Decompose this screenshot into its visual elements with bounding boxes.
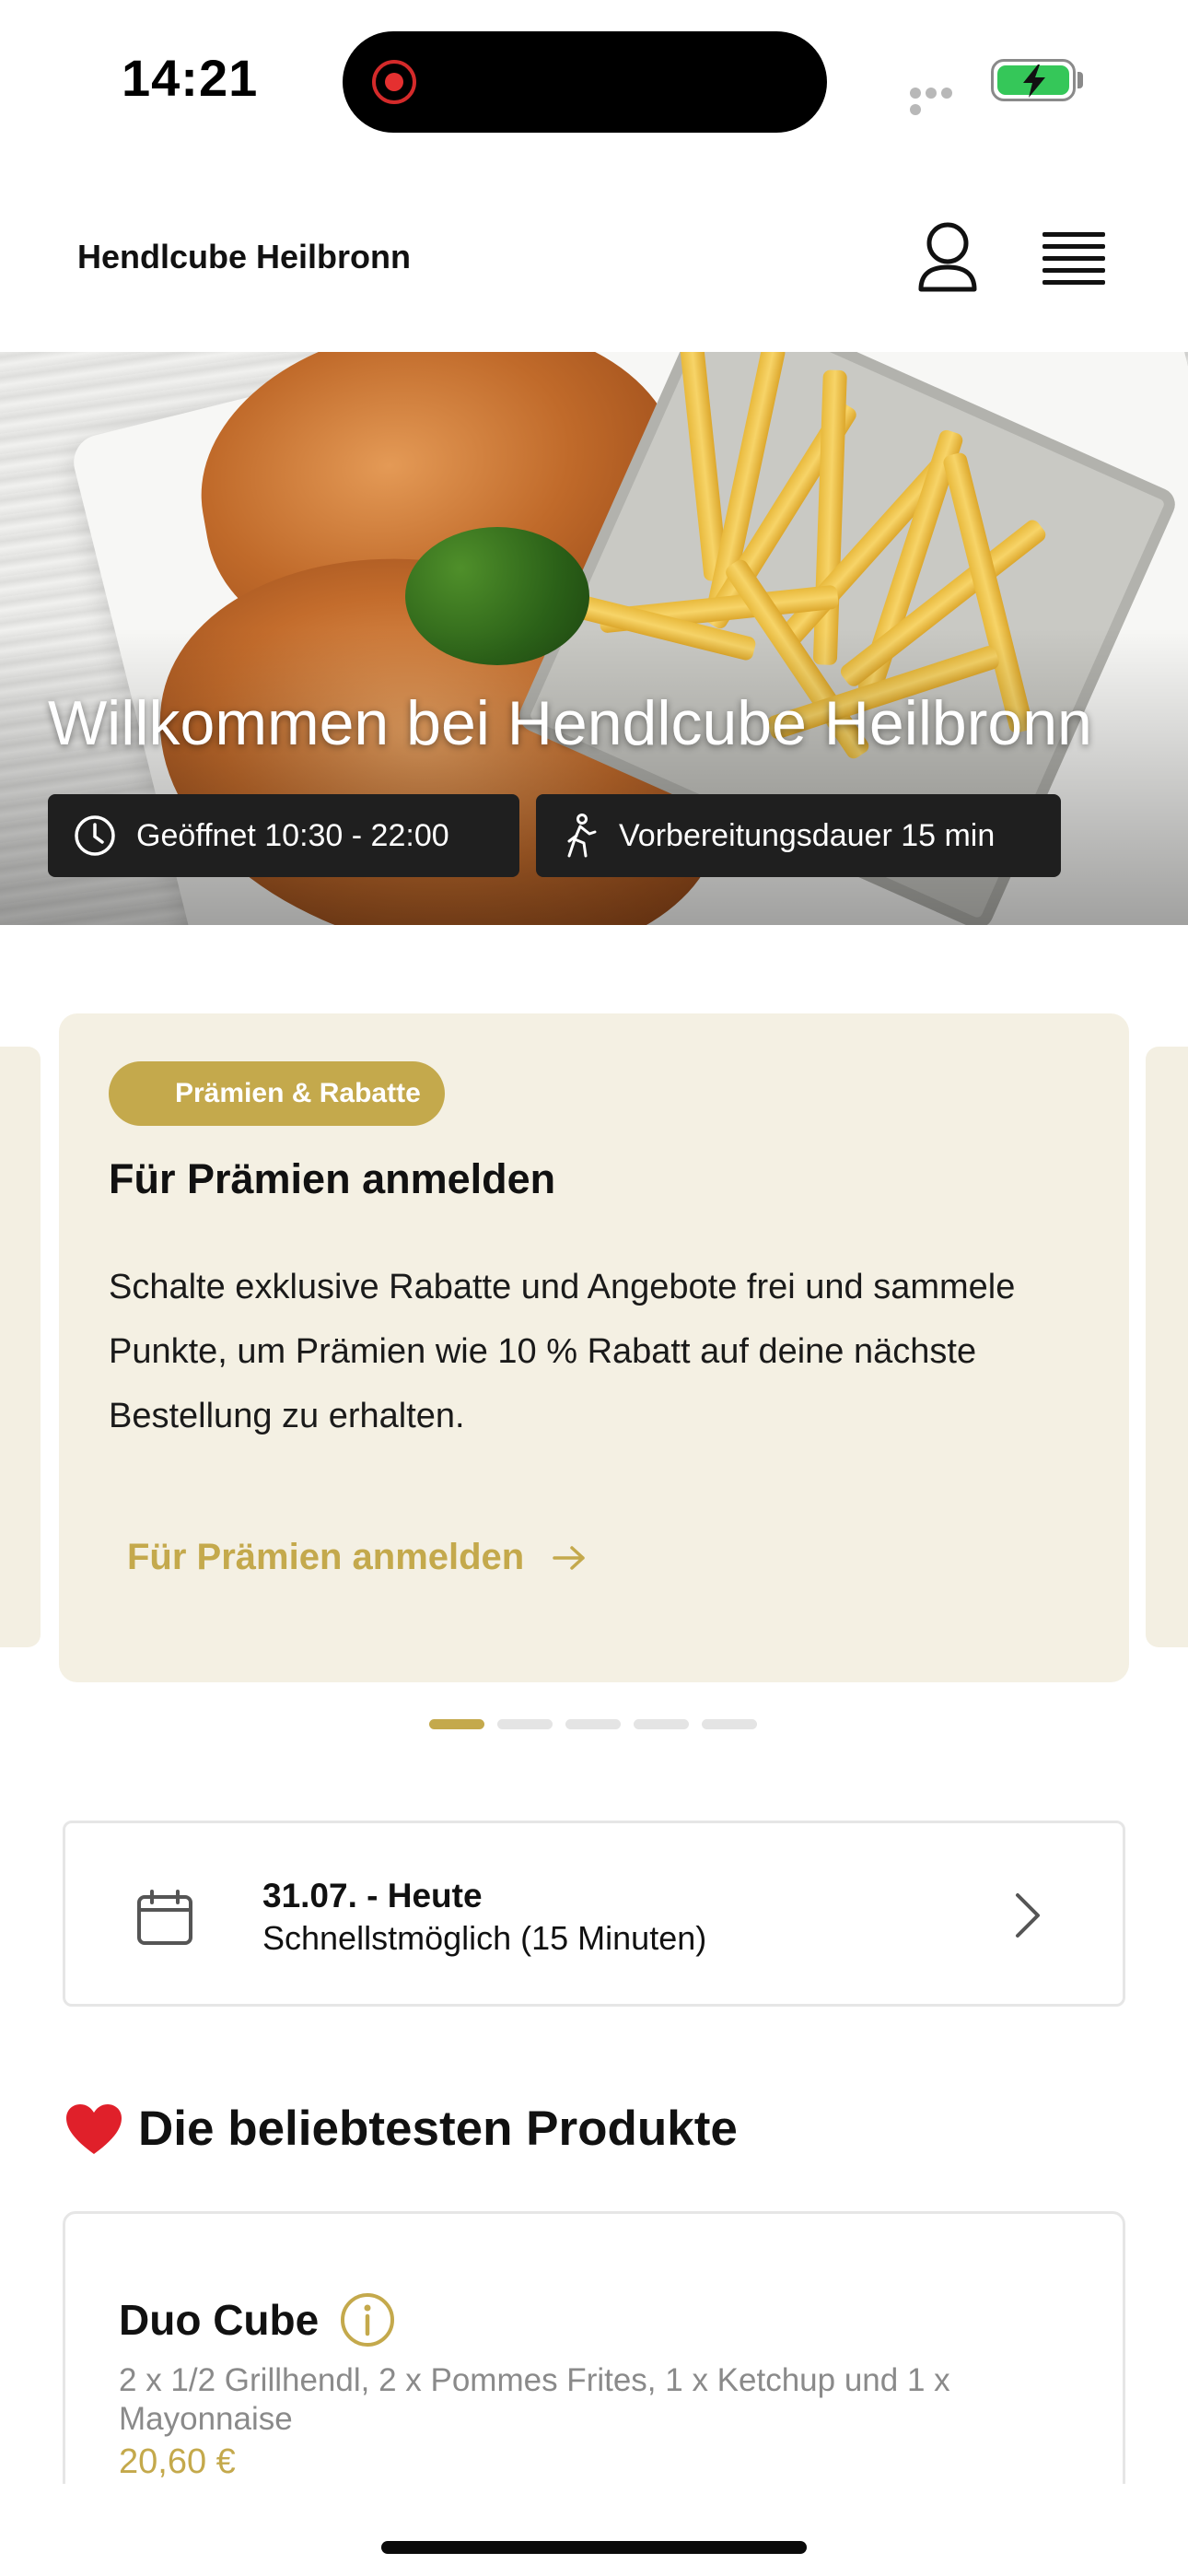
brand-title[interactable]: Hendlcube Heilbronn <box>77 238 411 276</box>
promo-title: Für Prämien anmelden <box>109 1155 556 1202</box>
app-header: Hendlcube Heilbronn <box>0 184 1188 350</box>
opening-hours-text: Geöffnet 10:30 - 22:00 <box>136 817 449 853</box>
promo-link-label: Für Prämien anmelden <box>127 1537 525 1577</box>
battery-icon <box>991 59 1076 101</box>
opening-hours-badge: Geöffnet 10:30 - 22:00 <box>48 794 519 877</box>
promo-signup-link[interactable]: Für Prämien anmelden <box>127 1537 588 1578</box>
carousel-next-card[interactable] <box>1146 1047 1188 1647</box>
hero-title: Willkommen bei Hendlcube Heilbronn <box>48 688 1092 758</box>
chevron-right-icon <box>1008 1888 1045 1948</box>
promo-badge: Prämien & Rabatte <box>109 1061 445 1126</box>
prep-time-text: Vorbereitungsdauer 15 min <box>619 817 996 853</box>
pagination-dot[interactable] <box>565 1719 621 1729</box>
pagination-dot[interactable] <box>702 1719 757 1729</box>
product-name: Duo Cube <box>119 2296 320 2344</box>
promo-text: Schalte exklusive Rabatte und Angebote f… <box>109 1268 1016 1435</box>
carousel-prev-card[interactable] <box>0 1047 41 1647</box>
heart-icon <box>64 2102 123 2156</box>
walking-icon <box>562 814 599 858</box>
pickup-time: Schnellstmöglich (15 Minuten) <box>262 1919 707 1957</box>
pickup-time-selector[interactable]: 31.07. - Heute Schnellstmöglich (15 Minu… <box>63 1821 1125 2007</box>
product-name-row: Duo Cube <box>119 2291 396 2348</box>
home-indicator[interactable] <box>381 2541 807 2554</box>
popular-products-heading: Die beliebtesten Produkte <box>64 2101 738 2157</box>
bottom-safe-area <box>0 2484 1188 2576</box>
status-time: 14:21 <box>122 49 259 107</box>
pagination-dot[interactable] <box>429 1719 484 1729</box>
pagination-dot[interactable] <box>497 1719 553 1729</box>
arrow-right-icon <box>552 1544 588 1572</box>
menu-icon[interactable] <box>1042 232 1105 286</box>
info-icon[interactable] <box>339 2291 396 2348</box>
status-bar: 14:21 <box>0 0 1188 157</box>
dynamic-island <box>343 31 827 133</box>
carousel-pagination <box>429 1719 770 1730</box>
signal-icon <box>910 87 971 115</box>
clock-icon <box>74 814 116 857</box>
pagination-dot[interactable] <box>634 1719 689 1729</box>
popular-products-title: Die beliebtesten Produkte <box>138 2102 738 2156</box>
pickup-date: 31.07. - Heute <box>262 1877 483 1914</box>
calendar-icon <box>135 1888 194 1951</box>
promo-card[interactable]: Prämien & Rabatte Für Prämien anmelden S… <box>59 1013 1129 1682</box>
product-price: 20,60 € <box>119 2442 236 2481</box>
recording-icon <box>372 60 416 104</box>
user-icon[interactable] <box>915 221 980 295</box>
prep-time-badge: Vorbereitungsdauer 15 min <box>536 794 1061 877</box>
product-description: 2 x 1/2 Grillhendl, 2 x Pommes Frites, 1… <box>119 2362 950 2437</box>
